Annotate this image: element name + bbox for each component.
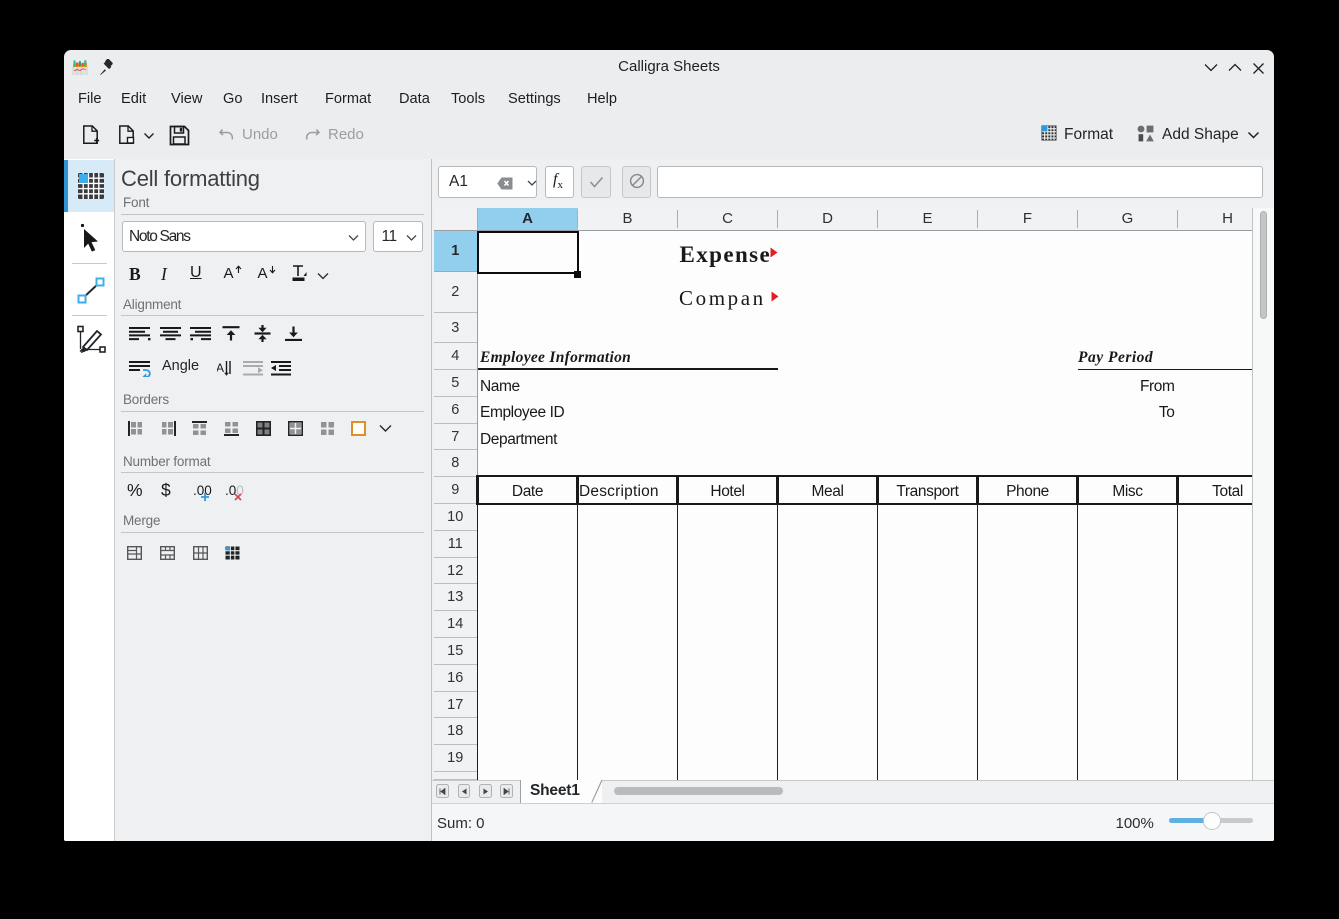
svg-text:A: A: [217, 361, 224, 375]
